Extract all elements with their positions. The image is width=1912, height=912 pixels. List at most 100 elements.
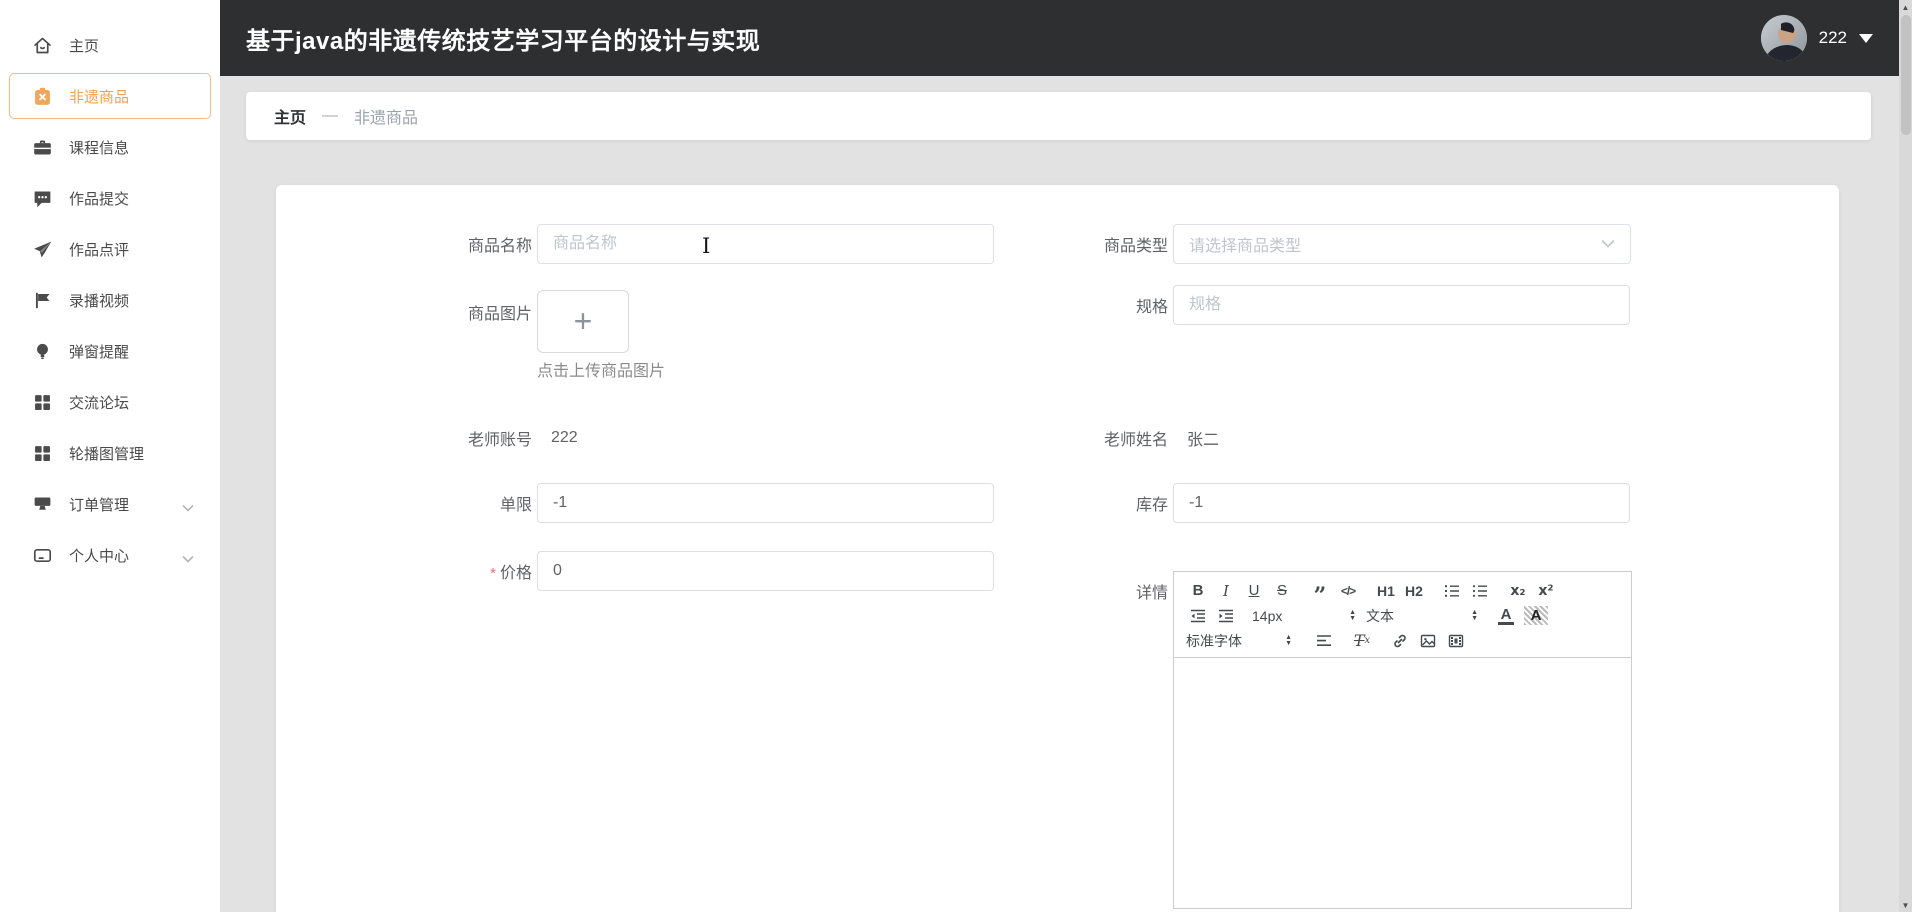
sidebar-item-forum[interactable]: 交流论坛 [9, 379, 211, 425]
spec-label: 规格 [1033, 293, 1173, 317]
paper-plane-icon [32, 239, 53, 260]
bullet-list-button[interactable] [1468, 579, 1492, 603]
blockquote-button[interactable]: ” [1308, 579, 1332, 603]
stock-label: 库存 [1033, 491, 1173, 515]
lightbulb-icon [32, 341, 53, 362]
sidebar-item-label: 作品点评 [69, 239, 129, 260]
bold-button[interactable]: B [1186, 579, 1210, 603]
image-button[interactable] [1416, 629, 1440, 653]
sidebar-item-label: 交流论坛 [69, 392, 129, 413]
sidebar-item-label: 轮播图管理 [69, 443, 144, 464]
teacher-name-value: 张二 [1173, 426, 1219, 450]
picker-arrows-icon: ▲▼ [1285, 635, 1292, 647]
scrollbar-down-arrow[interactable]: ▼ [1899, 898, 1912, 912]
text-style-picker[interactable]: 文本 ▲▼ [1366, 604, 1478, 628]
main-content: 主页 — 非遗商品 商品名称 商品类型 请选择商品类型 商品图片 + [220, 76, 1899, 912]
breadcrumb-separator: — [322, 107, 338, 125]
sidebar-item-orders[interactable]: 订单管理 [9, 481, 211, 527]
grid-icon [32, 392, 53, 413]
scrollbar-thumb[interactable] [1901, 15, 1911, 135]
code-block-button[interactable]: </> [1336, 579, 1360, 603]
product-name-label: 商品名称 [397, 232, 537, 256]
sidebar-item-label: 课程信息 [69, 137, 129, 158]
product-name-input[interactable] [537, 224, 994, 264]
sidebar-item-products[interactable]: 非遗商品 [9, 73, 211, 119]
sidebar-item-label: 录播视频 [69, 290, 129, 311]
ordered-list-button[interactable] [1440, 579, 1464, 603]
spec-input[interactable] [1173, 285, 1630, 325]
font-family-picker[interactable]: 标准字体 ▲▼ [1186, 629, 1292, 653]
limit-label: 单限 [397, 491, 537, 515]
teacher-name-label: 老师姓名 [1033, 426, 1173, 450]
indent-button[interactable] [1214, 604, 1238, 628]
scrollbar-up-arrow[interactable]: ▲ [1899, 0, 1912, 14]
heading2-button[interactable]: H2 [1402, 579, 1426, 603]
briefcase-icon [32, 137, 53, 158]
background-color-button[interactable]: A [1524, 606, 1548, 625]
username-text: 222 [1819, 28, 1847, 48]
plus-icon: + [574, 303, 593, 340]
sidebar-item-courses[interactable]: 课程信息 [9, 124, 211, 170]
chevron-down-icon [1601, 235, 1615, 253]
sidebar-item-personal-center[interactable]: 个人中心 [9, 532, 211, 578]
sidebar: 主页 非遗商品 课程信息 作品提交 [0, 0, 220, 912]
card-icon [32, 545, 53, 566]
subscript-button[interactable]: x₂ [1506, 579, 1530, 603]
heading1-button[interactable]: H1 [1374, 579, 1398, 603]
strikethrough-button[interactable]: S [1270, 579, 1294, 603]
sidebar-item-label: 弹窗提醒 [69, 341, 129, 362]
home-icon [32, 35, 53, 56]
font-size-value: 14px [1252, 608, 1282, 624]
teacher-account-label: 老师账号 [397, 426, 537, 450]
sidebar-item-label: 主页 [69, 35, 99, 56]
user-avatar[interactable] [1761, 15, 1807, 61]
align-button[interactable] [1312, 629, 1336, 653]
sidebar-item-carousel[interactable]: 轮播图管理 [9, 430, 211, 476]
clean-format-button[interactable]: Tx [1350, 629, 1374, 653]
limit-input[interactable] [537, 483, 994, 523]
breadcrumb-home-link[interactable]: 主页 [274, 104, 306, 128]
user-menu[interactable]: 222 [1761, 0, 1873, 76]
sidebar-item-videos[interactable]: 录播视频 [9, 277, 211, 323]
picker-arrows-icon: ▲▼ [1349, 610, 1356, 622]
price-input[interactable] [537, 551, 994, 591]
editor-content-area[interactable] [1173, 658, 1632, 909]
chevron-down-icon [182, 550, 194, 567]
outdent-button[interactable] [1186, 604, 1210, 628]
italic-button[interactable]: I [1214, 579, 1238, 603]
breadcrumb: 主页 — 非遗商品 [246, 92, 1871, 140]
sidebar-item-home[interactable]: 主页 [9, 22, 211, 68]
teacher-account-value: 222 [537, 429, 578, 447]
stock-input[interactable] [1173, 483, 1630, 523]
pos-terminal-icon [32, 494, 53, 515]
chevron-down-icon [182, 499, 194, 516]
sidebar-item-label: 个人中心 [69, 545, 129, 566]
product-box-icon [32, 86, 53, 107]
detail-label: 详情 [1033, 571, 1173, 603]
sidebar-item-submissions[interactable]: 作品提交 [9, 175, 211, 221]
font-size-picker[interactable]: 14px ▲▼ [1252, 604, 1356, 628]
price-label: *价格 [397, 559, 537, 583]
superscript-button[interactable]: x² [1534, 579, 1558, 603]
app-title: 基于java的非遗传统技艺学习平台的设计与实现 [246, 21, 760, 56]
product-type-select[interactable]: 请选择商品类型 [1173, 224, 1631, 264]
sidebar-item-popup-reminder[interactable]: 弹窗提醒 [9, 328, 211, 374]
text-color-button[interactable]: A [1498, 607, 1514, 625]
sidebar-item-reviews[interactable]: 作品点评 [9, 226, 211, 272]
page-scrollbar[interactable]: ▲ ▼ [1899, 0, 1912, 912]
mouse-cursor-ibeam: I [702, 234, 710, 258]
underline-button[interactable]: U [1242, 579, 1266, 603]
caret-down-icon [1859, 34, 1873, 43]
video-button[interactable] [1444, 629, 1468, 653]
grid-icon [32, 443, 53, 464]
sidebar-item-label: 非遗商品 [69, 86, 129, 107]
product-image-label: 商品图片 [397, 290, 537, 324]
sidebar-item-label: 订单管理 [69, 494, 129, 515]
product-type-label: 商品类型 [1033, 232, 1173, 256]
image-upload-button[interactable]: + [537, 290, 629, 353]
font-family-value: 标准字体 [1186, 631, 1242, 651]
sidebar-item-label: 作品提交 [69, 188, 129, 209]
link-button[interactable] [1388, 629, 1412, 653]
breadcrumb-current: 非遗商品 [354, 104, 418, 128]
editor-toolbar: B I U S ” </> H1 H2 [1173, 571, 1632, 658]
